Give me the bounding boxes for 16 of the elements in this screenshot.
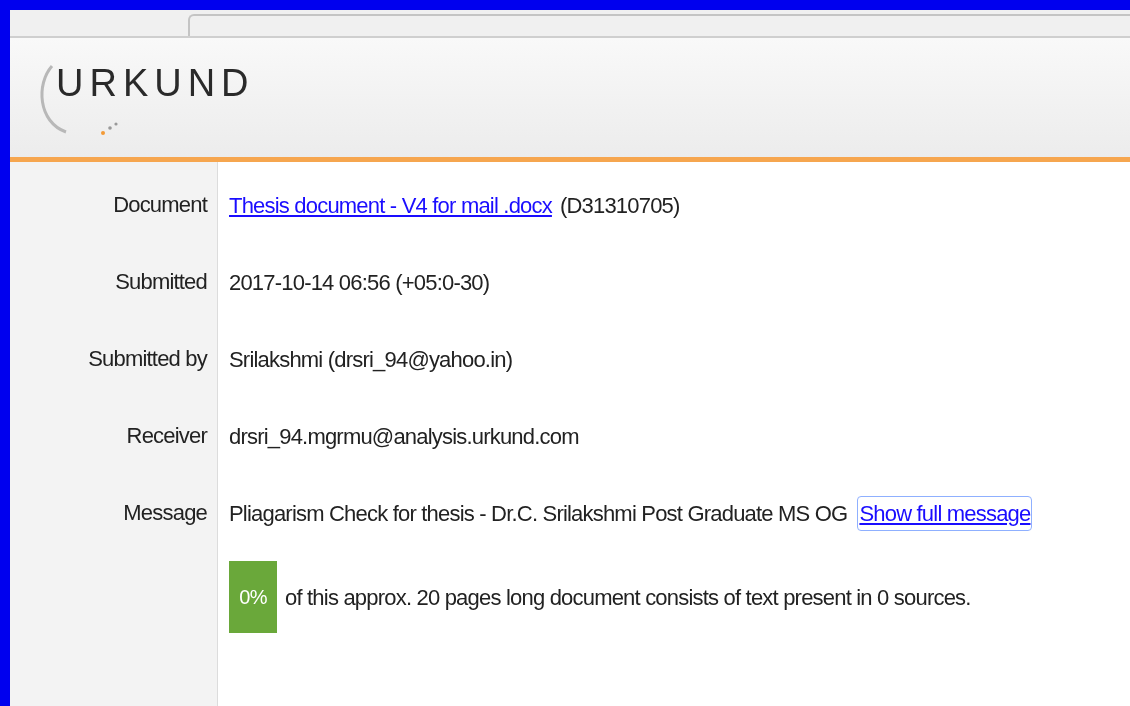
field-label: Submitted by xyxy=(88,345,207,373)
field-value: (D31310705) xyxy=(559,191,680,220)
field-value: Pliagarism Check for thesis - Dr.C. Srilakshmi Post Graduate MS OG xyxy=(229,499,848,528)
result-summary: of this approx. 20 pages long document consists of text present in 0 sources. xyxy=(285,583,971,612)
field-value: 2017-10-14 06:56 (+05:0-30) xyxy=(229,268,490,297)
field-label: Receiver xyxy=(126,422,207,450)
field-value: Srilakshmi (drsri_94@yahoo.in) xyxy=(229,345,513,374)
field-label: Document xyxy=(113,191,207,219)
show-full-message-link[interactable]: Show full message xyxy=(857,495,1033,531)
field-value: drsri_94.mgrmu@analysis.urkund.com xyxy=(229,422,579,451)
logo-wordmark: URKUND xyxy=(56,64,255,102)
percentage-badge: 0% xyxy=(229,561,277,633)
field-label: Submitted xyxy=(115,268,207,296)
document-link[interactable]: Thesis document - V4 for mail .docx xyxy=(229,188,552,222)
browser-tab[interactable] xyxy=(188,14,1130,36)
field-label: Message xyxy=(123,499,207,527)
